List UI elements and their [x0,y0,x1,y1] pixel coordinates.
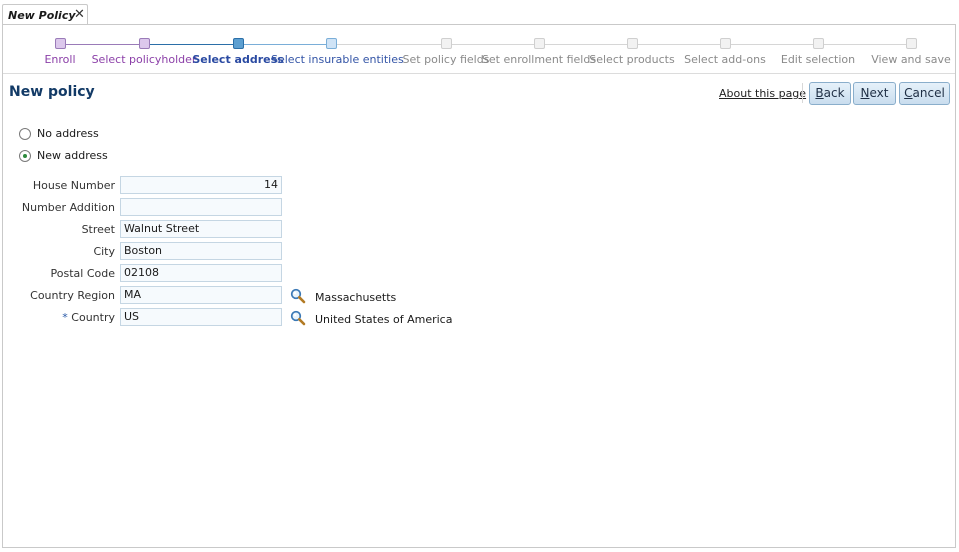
back-button[interactable]: Back [809,82,851,105]
house-number-field[interactable]: 14 [120,176,282,194]
step-marker [233,38,244,49]
main-panel: Enroll Select policyholder Select addres… [2,24,956,548]
country-description: United States of America [315,313,453,326]
radio-circle [19,128,31,140]
street-label: Street [81,223,115,236]
back-button-accesskey: B [815,86,824,100]
step-label: View and save [871,53,951,66]
step-marker [627,38,638,49]
step-marker [720,38,731,49]
next-button-accesskey: N [860,86,870,100]
postal-code-field[interactable]: 02108 [120,264,282,282]
step-label: Select insurable entities [271,53,404,66]
number-addition-field[interactable] [120,198,282,216]
magnifier-icon[interactable] [290,310,306,326]
tab-new-policy[interactable]: New Policy ✕ [2,4,88,24]
country-field[interactable]: US [120,308,282,326]
divider [802,83,803,103]
required-marker: * [62,311,68,324]
country-region-field[interactable]: MA [120,286,282,304]
street-field[interactable]: Walnut Street [120,220,282,238]
tab-title: New Policy [8,9,76,22]
cancel-button-accesskey: C [904,86,913,100]
country-label: * Country [3,311,115,324]
step-marker [534,38,545,49]
step-select-insurable-entities[interactable]: Select insurable entities [271,25,404,69]
step-marker [813,38,824,49]
number-addition-label: Number Addition [21,201,115,214]
back-button-label: ack [823,86,845,100]
next-button[interactable]: Next [853,82,896,105]
postal-code-label: Postal Code [50,267,115,280]
country-region-description: Massachusetts [315,291,397,304]
magnifier-icon[interactable] [290,288,306,304]
cancel-button-label: ancel [912,86,945,100]
step-marker [441,38,452,49]
step-train: Enroll Select policyholder Select addres… [3,25,955,73]
radio-label: New address [37,149,108,162]
country-region-label: Country Region [30,289,115,302]
about-this-page-link[interactable]: About this page [719,87,806,100]
city-field[interactable]: Boston [120,242,282,260]
radio-selected-dot [23,154,27,158]
page-title: New policy [9,84,95,100]
country-label-text: Country [71,311,115,324]
city-label: City [93,245,115,258]
radio-label: No address [37,127,99,140]
step-marker [55,38,66,49]
step-marker [139,38,150,49]
house-number-label: House Number [32,179,115,192]
radio-circle [19,150,31,162]
step-marker [326,38,337,49]
step-view-and-save: View and save [851,25,959,69]
close-icon[interactable]: ✕ [74,7,85,22]
step-marker [906,38,917,49]
cancel-button[interactable]: Cancel [899,82,950,105]
next-button-label: ext [869,86,889,100]
divider [3,73,955,74]
